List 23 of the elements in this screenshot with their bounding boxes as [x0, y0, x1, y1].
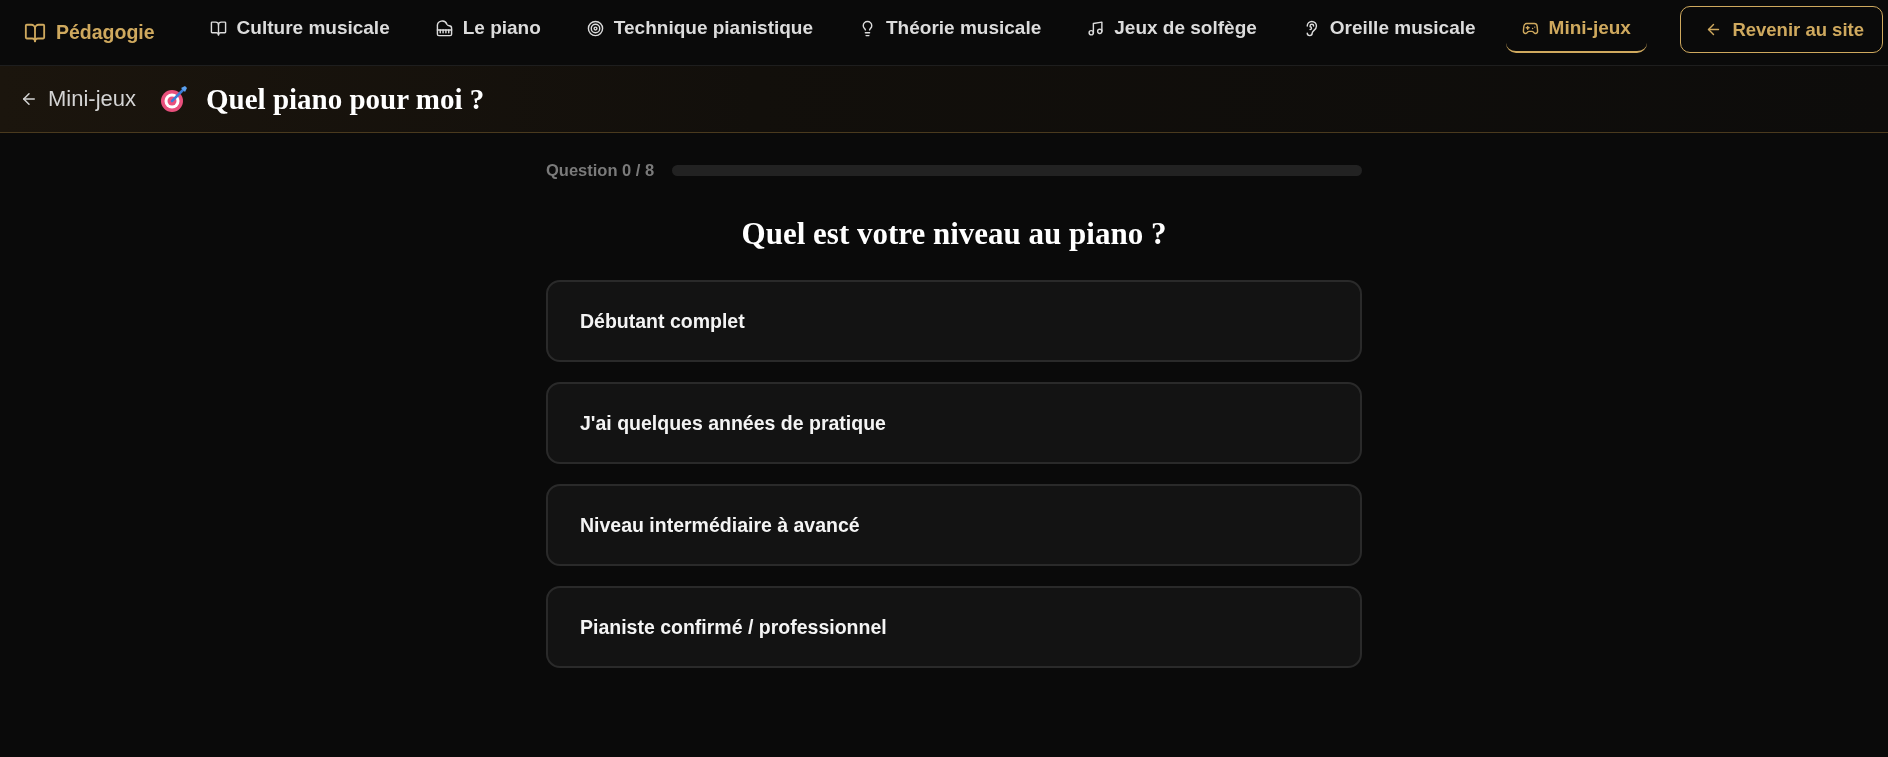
nav-tab[interactable]: Le piano [419, 8, 557, 53]
answer-option[interactable]: Débutant complet [546, 280, 1362, 363]
back-to-site-button[interactable]: Revenir au site [1680, 6, 1883, 53]
brand-link[interactable]: Pédagogie [24, 21, 155, 44]
nav-tab[interactable]: Théorie musicale [843, 8, 1058, 53]
music-note-icon [1087, 19, 1105, 37]
book-icon [209, 19, 227, 37]
book-icon [24, 21, 46, 44]
answer-option[interactable]: Pianiste confirmé / professionnel [546, 586, 1362, 669]
answer-option[interactable]: J'ai quelques années de pratique [546, 382, 1362, 465]
page-title: Quel piano pour moi ? [206, 82, 485, 116]
nav-tab[interactable]: Oreille musicale [1286, 8, 1492, 53]
piano-icon [435, 19, 453, 37]
dart-target-icon [160, 85, 189, 113]
nav-tab[interactable]: Jeux de solfège [1071, 8, 1273, 53]
answer-option[interactable]: Niveau intermédiaire à avancé [546, 484, 1362, 567]
progress-label: Question 0 / 8 [546, 161, 655, 180]
back-link[interactable]: Mini-jeux [20, 86, 137, 112]
nav-tab[interactable]: Mini-jeux [1505, 8, 1647, 53]
target-icon [586, 19, 604, 37]
nav-tab[interactable]: Technique pianistique [570, 8, 829, 53]
nav-tab[interactable]: Culture musicale [193, 8, 406, 53]
question-title: Quel est votre niveau au piano ? [740, 215, 1168, 253]
